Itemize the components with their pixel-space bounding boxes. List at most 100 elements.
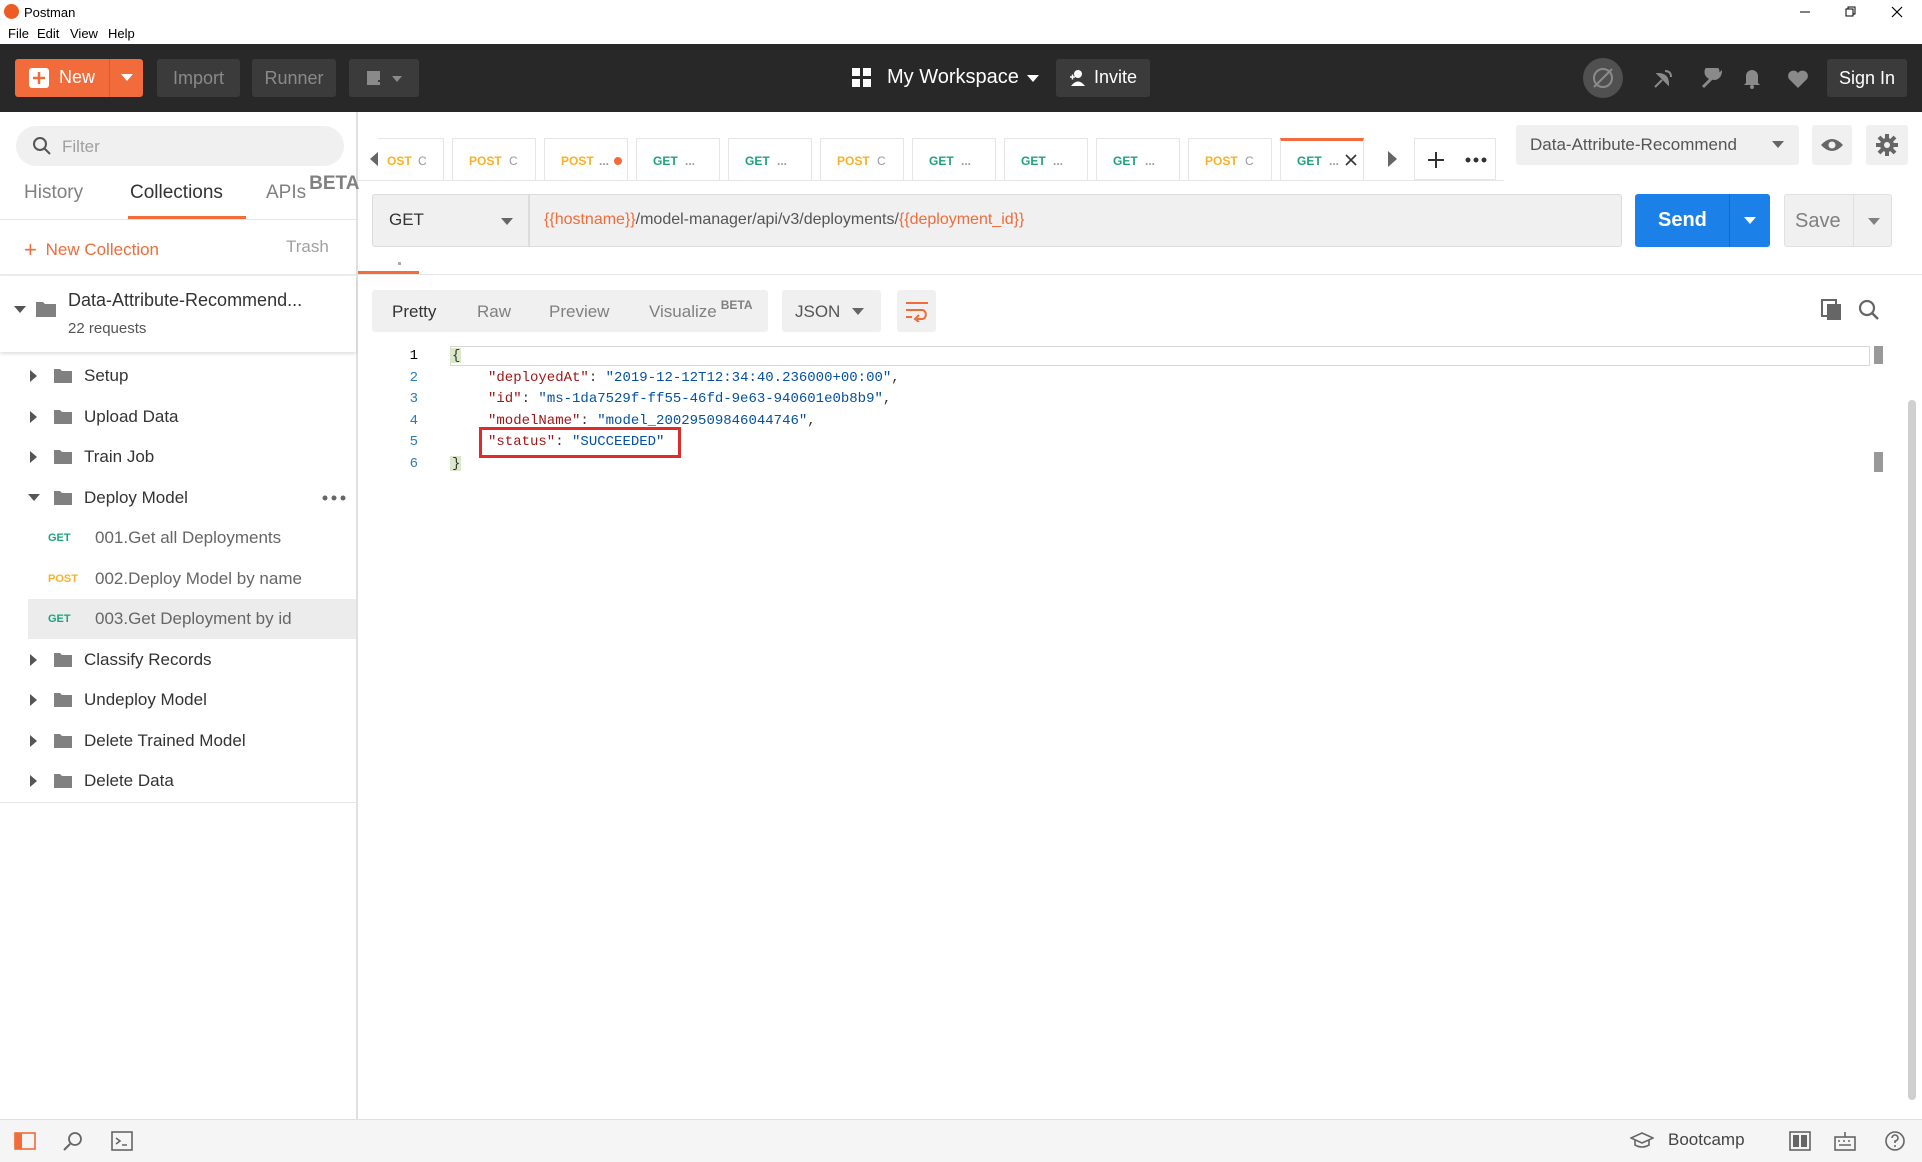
folder-classify-records[interactable]: Classify Records xyxy=(0,640,356,680)
chevron-down-icon xyxy=(852,308,864,315)
new-window-button[interactable] xyxy=(349,59,419,97)
url-input[interactable]: {{hostname}}/model-manager/api/v3/deploy… xyxy=(529,194,1622,247)
tab-visualize[interactable]: Visualize BETA xyxy=(649,298,753,322)
line-number: 5 xyxy=(409,434,418,450)
json-key: "deployedAt" xyxy=(488,370,589,386)
request-item[interactable]: GET 001.Get all Deployments xyxy=(28,518,356,558)
request-item[interactable]: POST 002.Deploy Model by name xyxy=(28,559,356,599)
chevron-down-icon[interactable] xyxy=(1868,218,1880,226)
request-tab[interactable]: GET... xyxy=(636,138,720,180)
close-window-icon[interactable] xyxy=(1874,0,1920,24)
toggle-sidebar-icon[interactable] xyxy=(14,1132,36,1150)
find-icon[interactable] xyxy=(63,1131,83,1151)
request-tab[interactable]: POST C xyxy=(820,138,904,180)
request-tab[interactable]: GET... xyxy=(912,138,996,180)
tab-method: GET xyxy=(653,154,678,168)
wrap-lines-button[interactable] xyxy=(897,290,936,332)
runner-button[interactable]: Runner xyxy=(252,59,336,97)
save-button[interactable]: Save xyxy=(1784,194,1892,247)
tab-method: GET xyxy=(1113,154,1138,168)
bell-icon[interactable] xyxy=(1742,67,1762,89)
folder-icon xyxy=(54,491,72,505)
tab-pretty[interactable]: Pretty xyxy=(392,302,436,322)
method-select[interactable]: GET xyxy=(372,194,529,247)
console-icon[interactable] xyxy=(111,1131,133,1151)
environment-select[interactable]: Data-Attribute-Recommend xyxy=(1516,125,1799,165)
request-tab-active[interactable]: GET... xyxy=(1280,138,1364,180)
request-tab[interactable]: POST C xyxy=(452,138,536,180)
new-collection-button[interactable]: + New Collection xyxy=(24,235,159,262)
tab-actions xyxy=(1414,138,1496,180)
search-icon[interactable] xyxy=(1858,299,1880,321)
menu-edit[interactable]: Edit xyxy=(37,26,59,41)
help-icon[interactable] xyxy=(1885,1131,1905,1151)
more-tabs-icon[interactable] xyxy=(1465,157,1487,163)
tab-raw[interactable]: Raw xyxy=(477,302,511,322)
caret-right-icon xyxy=(30,775,37,787)
tab-title: ... xyxy=(1145,154,1156,168)
request-item-selected[interactable]: GET 003.Get Deployment by id xyxy=(28,599,356,639)
environment-quick-look-button[interactable] xyxy=(1812,125,1852,165)
menu-view[interactable]: View xyxy=(70,26,98,41)
tab-title: ... xyxy=(1329,154,1340,168)
folder-delete-trained-model[interactable]: Delete Trained Model xyxy=(0,721,356,761)
request-tab[interactable]: POST C xyxy=(1188,138,1272,180)
folder-setup[interactable]: Setup xyxy=(0,356,356,396)
folder-deploy-model[interactable]: Deploy Model xyxy=(0,478,356,518)
chevron-down-icon[interactable] xyxy=(1744,217,1756,225)
caret-right-icon xyxy=(30,451,37,463)
collection-header[interactable]: Data-Attribute-Recommend... 22 requests xyxy=(0,276,356,352)
send-button[interactable]: Send xyxy=(1635,194,1770,247)
folder-delete-data[interactable]: Delete Data xyxy=(0,761,356,801)
tab-scroll-right-icon[interactable] xyxy=(1388,151,1398,167)
request-tab[interactable]: GET... xyxy=(1096,138,1180,180)
menu-help[interactable]: Help xyxy=(108,26,135,41)
grid-icon xyxy=(852,68,871,87)
tab-collections[interactable]: Collections xyxy=(130,182,223,204)
restore-icon[interactable] xyxy=(1828,0,1874,24)
filter-input[interactable]: Filter xyxy=(16,126,344,166)
line-number: 2 xyxy=(409,370,418,386)
tab-history[interactable]: History xyxy=(24,182,83,204)
code-brace: { xyxy=(452,348,461,364)
add-tab-icon[interactable] xyxy=(1427,151,1445,169)
tab-apis[interactable]: APIs BETA xyxy=(266,173,359,204)
sync-off-icon[interactable] xyxy=(1583,58,1623,98)
request-tab[interactable]: POST... xyxy=(544,138,628,180)
folder-train-job[interactable]: Train Job xyxy=(0,437,356,477)
minimize-icon[interactable] xyxy=(1782,0,1828,24)
request-tab[interactable]: OST C xyxy=(378,138,444,180)
heart-icon[interactable] xyxy=(1787,69,1809,89)
import-button[interactable]: Import xyxy=(157,59,240,97)
tab-title: C xyxy=(877,154,886,168)
satellite-icon[interactable] xyxy=(1652,68,1674,90)
folder-label: Deploy Model xyxy=(84,488,188,507)
trash-button[interactable]: Trash xyxy=(286,237,329,257)
two-pane-view-icon[interactable] xyxy=(1789,1131,1811,1151)
sign-in-button[interactable]: Sign In xyxy=(1827,59,1907,97)
keyboard-shortcuts-icon[interactable] xyxy=(1834,1131,1856,1151)
more-options-icon[interactable] xyxy=(322,495,346,501)
json-key: "id" xyxy=(488,391,522,407)
folder-upload-data[interactable]: Upload Data xyxy=(0,397,356,437)
request-tab[interactable]: GET... xyxy=(728,138,812,180)
chevron-down-icon[interactable] xyxy=(121,74,133,82)
manage-environments-button[interactable] xyxy=(1866,125,1908,165)
response-body[interactable]: 1 { 2 "deployedAt": "2019-12-12T12:34:40… xyxy=(370,344,1883,1104)
format-label: JSON xyxy=(795,302,841,321)
format-select[interactable]: JSON xyxy=(782,290,881,332)
request-tab[interactable]: GET... xyxy=(1004,138,1088,180)
invite-button[interactable]: Invite xyxy=(1056,59,1150,97)
folder-label: Undeploy Model xyxy=(84,690,207,709)
tab-preview[interactable]: Preview xyxy=(549,302,609,322)
eye-icon xyxy=(1821,139,1843,151)
request-label: 003.Get Deployment by id xyxy=(95,609,292,628)
new-button[interactable]: New xyxy=(15,59,143,97)
workspace-label: My Workspace xyxy=(887,66,1019,88)
copy-icon[interactable] xyxy=(1821,299,1843,321)
folder-undeploy-model[interactable]: Undeploy Model xyxy=(0,680,356,720)
close-tab-icon[interactable] xyxy=(1345,154,1357,166)
menu-file[interactable]: File xyxy=(8,26,29,41)
scrollbar[interactable] xyxy=(1908,400,1916,1100)
wrench-icon[interactable] xyxy=(1700,68,1722,90)
